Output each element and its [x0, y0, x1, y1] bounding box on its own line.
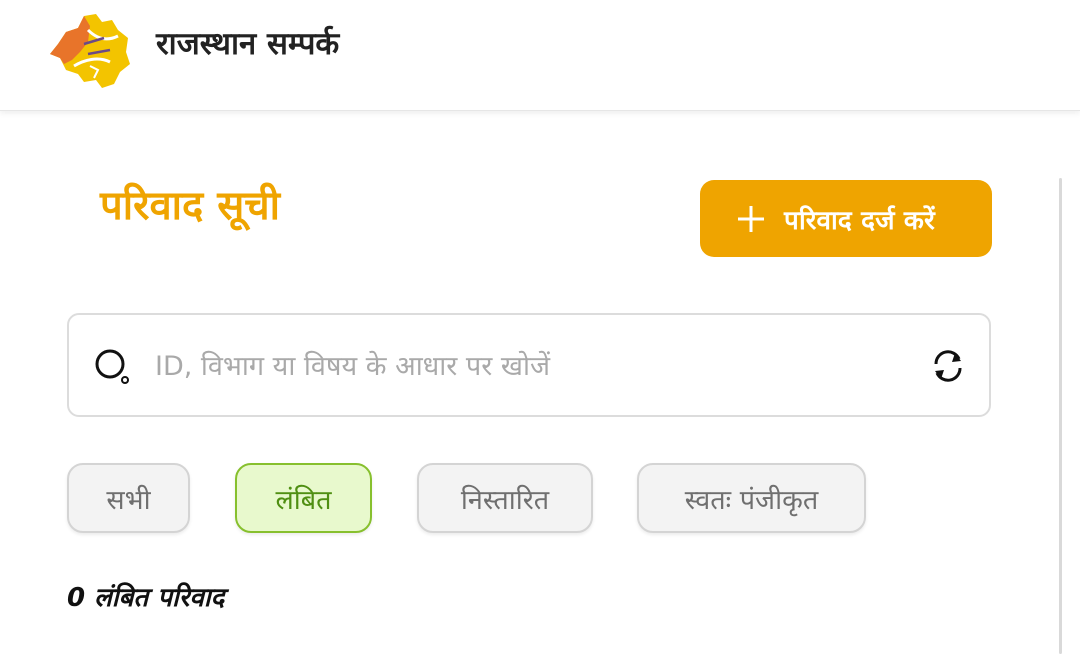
filter-chip-pending[interactable]: लंबित [235, 463, 372, 533]
search-icon [95, 349, 129, 384]
app-title: राजस्थान सम्पर्क [156, 26, 340, 62]
search-input[interactable] [153, 337, 897, 395]
rajasthan-map-logo [50, 14, 130, 88]
page-title: परिवाद सूची [100, 183, 281, 229]
add-complaint-label: परिवाद दर्ज करें [784, 205, 935, 236]
filter-chip-auto-registered[interactable]: स्वतः पंजीकृत [637, 463, 866, 533]
scrollbar[interactable] [1059, 178, 1062, 654]
filter-chip-all[interactable]: सभी [67, 463, 190, 533]
app-header: राजस्थान सम्पर्क [0, 0, 1080, 111]
search-box[interactable] [67, 313, 991, 417]
plus-icon [738, 205, 764, 232]
filter-chip-resolved[interactable]: निस्तारित [417, 463, 593, 533]
results-count: 0 लंबित परिवाद [67, 583, 225, 613]
refresh-icon[interactable] [929, 347, 967, 385]
add-complaint-button[interactable]: परिवाद दर्ज करें [700, 180, 992, 257]
